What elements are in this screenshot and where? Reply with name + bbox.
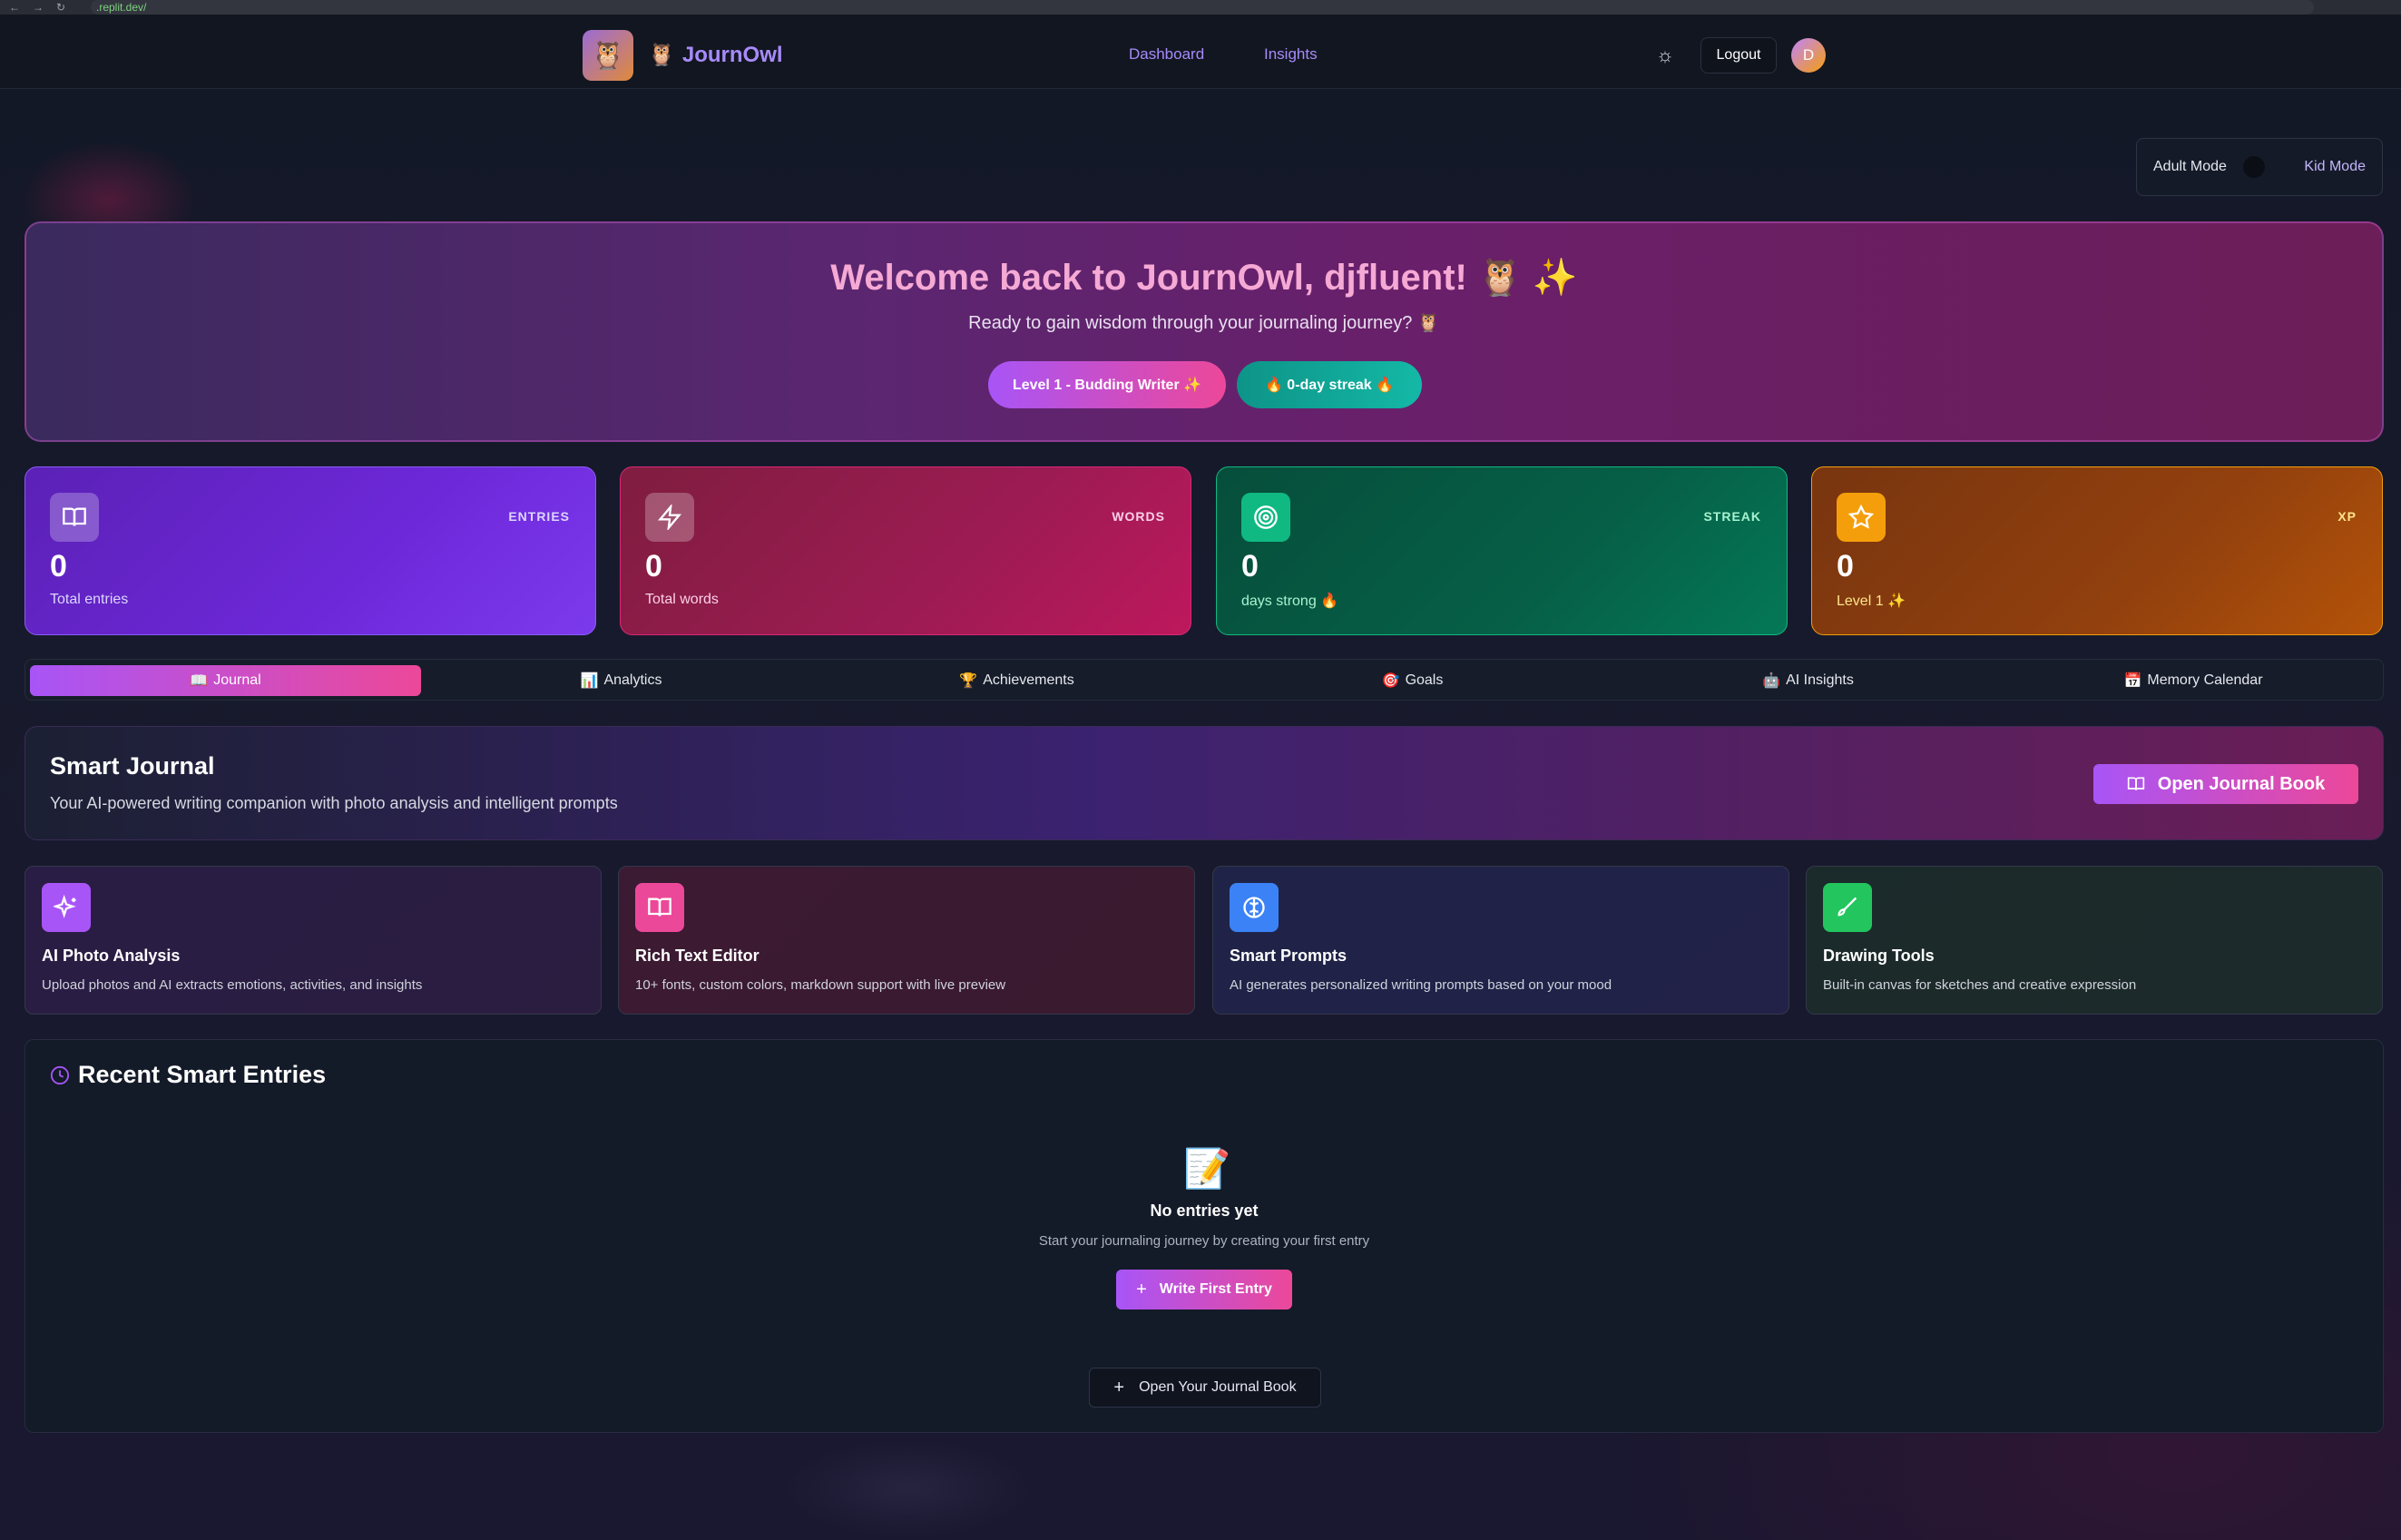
stat-card-streak: STREAK 0 days strong 🔥 bbox=[1216, 466, 1788, 635]
tab-label: Memory Calendar bbox=[2147, 672, 2263, 688]
button-label: Write First Entry bbox=[1159, 1281, 1272, 1297]
robot-tab-icon: 🤖 bbox=[1762, 673, 1781, 689]
tab-goals[interactable]: 🎯 Goals bbox=[1217, 665, 1608, 696]
stat-caption: Total entries bbox=[50, 592, 129, 607]
welcome-subtitle: Ready to gain wisdom through your journa… bbox=[968, 313, 1440, 333]
smart-journal-card: Smart Journal Your AI-powered writing co… bbox=[24, 726, 2384, 840]
feature-card-rich-text[interactable]: Rich Text Editor 10+ fonts, custom color… bbox=[618, 866, 1195, 1015]
book-open-icon bbox=[2127, 777, 2144, 790]
plus-icon: + bbox=[1113, 1377, 1125, 1398]
feature-title: Drawing Tools bbox=[1823, 947, 1935, 965]
write-first-entry-button[interactable]: + Write First Entry bbox=[1116, 1270, 1292, 1309]
open-journal-book-button[interactable]: Open Journal Book bbox=[2093, 764, 2358, 804]
nav-insights[interactable]: Insights bbox=[1264, 45, 1318, 64]
tab-ai-insights[interactable]: 🤖 AI Insights bbox=[1612, 665, 2004, 696]
app-header: 🦉 🦉 JournOwl Dashboard Insights ☼ Logout… bbox=[0, 15, 2401, 89]
tab-label: Analytics bbox=[603, 672, 662, 688]
stat-label: STREAK bbox=[1703, 509, 1761, 524]
stat-card-entries: ENTRIES 0 Total entries bbox=[24, 466, 596, 635]
stat-card-xp: XP 0 Level 1 ✨ bbox=[1811, 466, 2383, 635]
main-tabs: 📖 Journal 📊 Analytics 🏆 Achievements 🎯 Goals… bbox=[24, 659, 2384, 701]
stat-label: ENTRIES bbox=[508, 509, 570, 524]
button-label: Open Journal Book bbox=[2157, 773, 2326, 794]
feature-card-smart-prompts[interactable]: Smart Prompts AI generates personalized … bbox=[1212, 866, 1789, 1015]
theme-toggle-sun-icon[interactable]: ☼ bbox=[1653, 44, 1677, 67]
sparkles-icon bbox=[42, 883, 91, 932]
analytics-tab-icon: 📊 bbox=[580, 673, 599, 689]
brand[interactable]: 🦉 JournOwl bbox=[648, 42, 783, 68]
lightning-icon bbox=[645, 493, 694, 542]
feature-title: AI Photo Analysis bbox=[42, 947, 181, 965]
tab-label: AI Insights bbox=[1786, 672, 1854, 688]
empty-state-description: Start your journaling journey by creatin… bbox=[1038, 1233, 1370, 1249]
brush-icon bbox=[1823, 883, 1872, 932]
stat-caption: Total words bbox=[645, 592, 719, 607]
feature-description: Built-in canvas for sketches and creativ… bbox=[1823, 977, 2137, 993]
stat-value: 0 bbox=[50, 549, 67, 584]
plus-icon: + bbox=[1136, 1279, 1147, 1300]
forward-icon[interactable]: → bbox=[33, 1, 44, 14]
recent-entries-title: Recent Smart Entries bbox=[78, 1061, 327, 1088]
tab-memory-calendar[interactable]: 📅 Memory Calendar bbox=[2008, 665, 2378, 696]
feature-description: AI generates personalized writing prompt… bbox=[1230, 977, 1612, 993]
clock-icon bbox=[50, 1065, 70, 1085]
stat-value: 0 bbox=[645, 549, 662, 584]
browser-toolbar: ← → ↻ .replit.dev/ bbox=[0, 0, 2401, 15]
stat-card-words: WORDS 0 Total words bbox=[620, 466, 1191, 635]
feature-card-drawing-tools[interactable]: Drawing Tools Built-in canvas for sketch… bbox=[1806, 866, 2383, 1015]
open-your-journal-book-button[interactable]: + Open Your Journal Book bbox=[1089, 1368, 1321, 1408]
memo-icon: 📝 bbox=[1183, 1147, 1231, 1190]
tab-label: Achievements bbox=[983, 672, 1074, 688]
welcome-title: Welcome back to JournOwl, djfluent! 🦉 ✨ bbox=[830, 258, 1578, 298]
smart-journal-description: Your AI-powered writing companion with p… bbox=[50, 794, 618, 812]
stat-caption: Level 1 ✨ bbox=[1837, 593, 1906, 609]
address-bar[interactable]: .replit.dev/ bbox=[91, 0, 2314, 15]
stat-caption: days strong 🔥 bbox=[1241, 593, 1339, 609]
smart-journal-title: Smart Journal bbox=[50, 752, 215, 780]
tab-label: Journal bbox=[213, 672, 261, 688]
brain-icon bbox=[1230, 883, 1279, 932]
calendar-tab-icon: 📅 bbox=[2123, 673, 2142, 689]
trophy-tab-icon: 🏆 bbox=[959, 673, 978, 689]
feature-description: Upload photos and AI extracts emotions, … bbox=[42, 977, 423, 993]
mode-switch[interactable] bbox=[2242, 156, 2265, 178]
goals-tab-icon: 🎯 bbox=[1381, 673, 1400, 689]
tab-achievements[interactable]: 🏆 Achievements bbox=[821, 665, 1212, 696]
back-icon[interactable]: ← bbox=[9, 1, 20, 14]
stat-label: WORDS bbox=[1112, 509, 1165, 524]
stat-value: 0 bbox=[1241, 549, 1259, 584]
book-open-icon bbox=[635, 883, 684, 932]
tab-analytics[interactable]: 📊 Analytics bbox=[426, 665, 817, 696]
url-text: .replit.dev/ bbox=[96, 1, 147, 14]
stat-value: 0 bbox=[1837, 549, 1854, 584]
welcome-banner: Welcome back to JournOwl, djfluent! 🦉 ✨ … bbox=[24, 221, 2384, 442]
reload-icon[interactable]: ↻ bbox=[56, 1, 65, 14]
logo[interactable]: 🦉 bbox=[583, 30, 633, 81]
streak-badge: 🔥 0-day streak 🔥 bbox=[1237, 361, 1422, 408]
recent-entries-panel: Recent Smart Entries 📝 No entries yet St… bbox=[24, 1039, 2384, 1433]
tab-label: Goals bbox=[1405, 672, 1444, 688]
adult-mode-label: Adult Mode bbox=[2153, 159, 2227, 174]
book-icon bbox=[50, 493, 99, 542]
star-icon bbox=[1837, 493, 1886, 542]
feature-title: Rich Text Editor bbox=[635, 947, 760, 965]
logout-button[interactable]: Logout bbox=[1700, 37, 1777, 74]
level-badge: Level 1 - Budding Writer ✨ bbox=[988, 361, 1226, 408]
owl-icon: 🦉 bbox=[648, 43, 675, 67]
avatar[interactable]: D bbox=[1791, 38, 1826, 73]
nav-dashboard[interactable]: Dashboard bbox=[1129, 45, 1204, 64]
empty-state-title: No entries yet bbox=[1150, 1202, 1259, 1220]
brand-name: JournOwl bbox=[681, 42, 783, 67]
feature-card-photo-analysis[interactable]: AI Photo Analysis Upload photos and AI e… bbox=[24, 866, 602, 1015]
journal-tab-icon: 📖 bbox=[190, 673, 209, 689]
tab-journal[interactable]: 📖 Journal bbox=[30, 665, 421, 696]
target-icon bbox=[1241, 493, 1290, 542]
feature-title: Smart Prompts bbox=[1230, 947, 1348, 965]
kid-mode-label[interactable]: Kid Mode bbox=[2304, 159, 2366, 175]
owl-logo-icon: 🦉 bbox=[591, 40, 625, 71]
feature-description: 10+ fonts, custom colors, markdown suppo… bbox=[635, 977, 1006, 993]
mode-toggle: Adult Mode Kid Mode bbox=[2136, 138, 2383, 196]
button-label: Open Your Journal Book bbox=[1139, 1379, 1297, 1395]
stat-label: XP bbox=[2337, 509, 2357, 524]
